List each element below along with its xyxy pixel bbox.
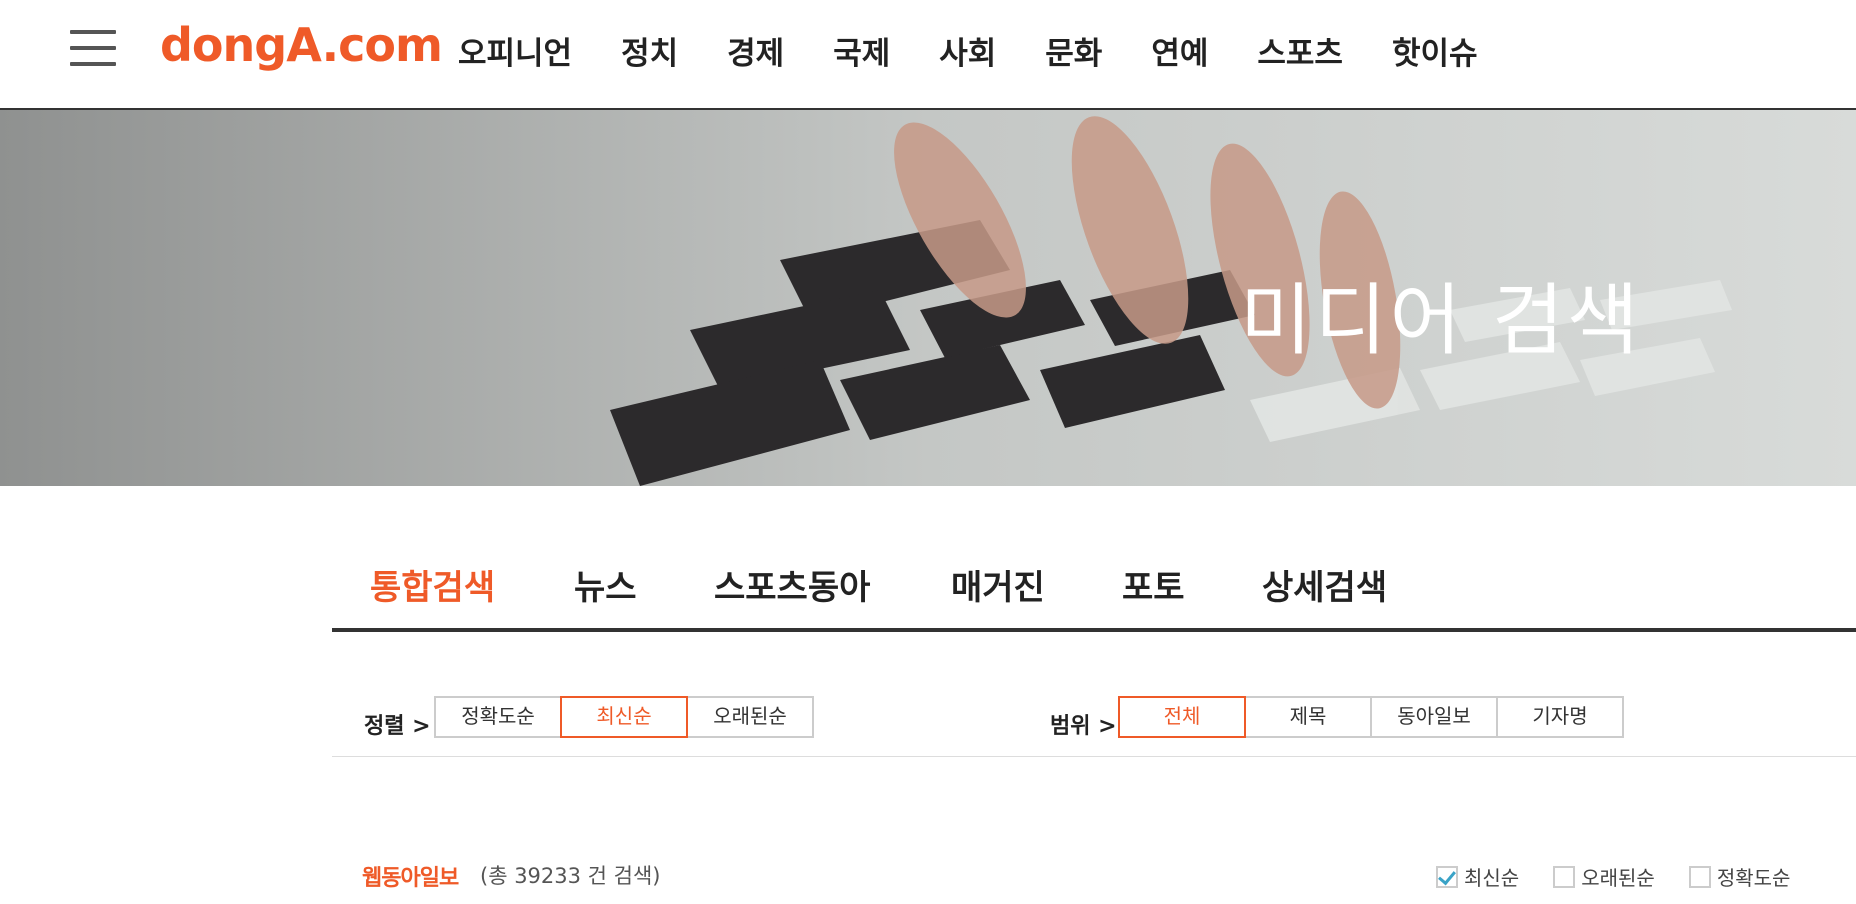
- tab-magazine[interactable]: 매거진: [951, 560, 1045, 609]
- order-accuracy-label: 정확도순: [1716, 866, 1791, 890]
- scope-title-button[interactable]: 제목: [1244, 696, 1372, 738]
- tab-news[interactable]: 뉴스: [574, 560, 637, 609]
- scope-label: 범위 >: [1050, 714, 1117, 739]
- scope-reporter-button[interactable]: 기자명: [1496, 696, 1624, 738]
- nav-item-hot-issue[interactable]: 핫이슈: [1392, 28, 1478, 73]
- menu-bar: [70, 30, 116, 34]
- nav-item-economy[interactable]: 경제: [727, 28, 784, 73]
- checkbox-icon: [1553, 865, 1576, 888]
- main-nav: 오피니언 정치 경제 국제 사회 문화 연예 스포츠 핫이슈: [458, 28, 1527, 73]
- site-header: dongA.com 오피니언 정치 경제 국제 사회 문화 연예 스포츠 핫이슈: [0, 0, 1856, 110]
- sort-latest-button[interactable]: 최신순: [560, 696, 688, 738]
- search-tabs: 통합검색 뉴스 스포츠동아 매거진 포토 상세검색: [332, 560, 1856, 632]
- order-oldest-checkbox[interactable]: 오래된순: [1553, 862, 1655, 891]
- nav-item-entertainment[interactable]: 연예: [1151, 28, 1208, 73]
- checkbox-icon: [1688, 865, 1711, 888]
- hamburger-menu-icon[interactable]: [70, 30, 116, 66]
- tab-advanced-search[interactable]: 상세검색: [1262, 560, 1387, 609]
- checkbox-checked-icon: [1436, 865, 1458, 888]
- nav-item-culture[interactable]: 문화: [1045, 28, 1102, 73]
- result-count: (총 39233 건 검색): [480, 864, 661, 888]
- order-latest-label: 최신순: [1464, 866, 1520, 890]
- filter-row: 정렬 > 정확도순 최신순 오래된순 범위 > 전체 제목 동아일보 기자명: [332, 696, 1856, 757]
- sort-accuracy-button[interactable]: 정확도순: [434, 696, 562, 738]
- menu-bar: [70, 62, 116, 66]
- scope-options: 전체 제목 동아일보 기자명: [1118, 696, 1624, 738]
- tab-sports-donga[interactable]: 스포츠동아: [714, 560, 870, 609]
- hero-title: 미디어 검색: [1240, 276, 1642, 366]
- sort-oldest-button[interactable]: 오래된순: [686, 696, 814, 738]
- hero-banner: 미디어 검색: [0, 110, 1856, 486]
- menu-bar: [70, 46, 116, 50]
- order-latest-checkbox[interactable]: 최신순: [1436, 862, 1519, 891]
- sort-options: 정확도순 최신순 오래된순: [434, 696, 814, 738]
- scope-donga-button[interactable]: 동아일보: [1370, 696, 1498, 738]
- site-logo[interactable]: dongA.com: [160, 18, 443, 72]
- tab-integrated-search[interactable]: 통합검색: [370, 560, 495, 609]
- order-accuracy-checkbox[interactable]: 정확도순: [1688, 862, 1791, 891]
- sort-label: 정렬 >: [364, 714, 431, 739]
- result-order-options: 최신순 오래된순 정확도순: [1436, 862, 1824, 891]
- result-section-title[interactable]: 웹동아일보: [362, 860, 459, 892]
- scope-all-button[interactable]: 전체: [1118, 696, 1246, 738]
- nav-item-politics[interactable]: 정치: [621, 28, 678, 73]
- nav-item-society[interactable]: 사회: [939, 28, 996, 73]
- nav-item-opinion[interactable]: 오피니언: [458, 28, 572, 73]
- nav-item-sports[interactable]: 스포츠: [1257, 28, 1343, 73]
- nav-item-international[interactable]: 국제: [833, 28, 890, 73]
- order-oldest-label: 오래된순: [1581, 866, 1655, 890]
- tab-photo[interactable]: 포토: [1122, 560, 1185, 609]
